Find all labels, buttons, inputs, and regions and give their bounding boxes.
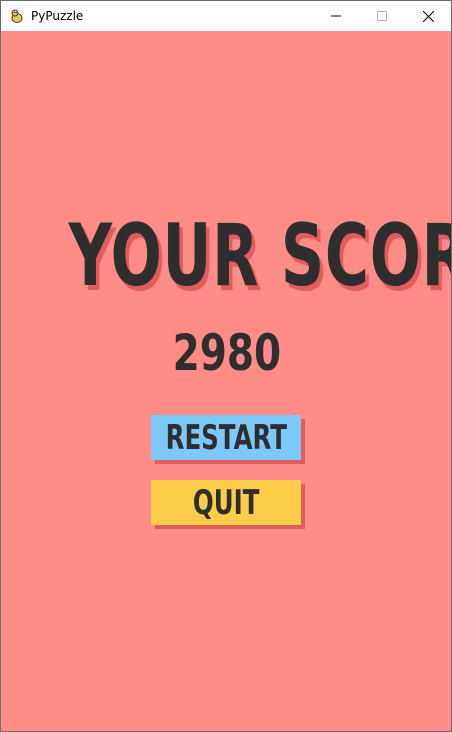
maximize-button[interactable] xyxy=(359,1,405,31)
score-heading: YOUR SCORE xyxy=(68,206,452,306)
minimize-icon xyxy=(331,15,341,17)
pygame-snake-icon xyxy=(9,8,25,24)
window-title: PyPuzzle xyxy=(31,9,84,23)
quit-button[interactable]: QUIT xyxy=(151,480,301,525)
close-button[interactable] xyxy=(405,1,451,31)
quit-button-label: QUIT xyxy=(192,482,260,523)
window-controls xyxy=(313,1,451,31)
score-value: 2980 xyxy=(172,324,282,382)
restart-button-label: RESTART xyxy=(165,417,287,458)
game-over-screen: YOUR SCORE 2980 RESTART QUIT xyxy=(1,31,451,731)
app-window: PyPuzzle YOUR SCORE 2980 xyxy=(0,0,452,732)
restart-button[interactable]: RESTART xyxy=(151,415,301,460)
maximize-icon xyxy=(377,11,387,21)
title-bar[interactable]: PyPuzzle xyxy=(1,1,451,31)
close-icon xyxy=(422,10,434,22)
minimize-button[interactable] xyxy=(313,1,359,31)
